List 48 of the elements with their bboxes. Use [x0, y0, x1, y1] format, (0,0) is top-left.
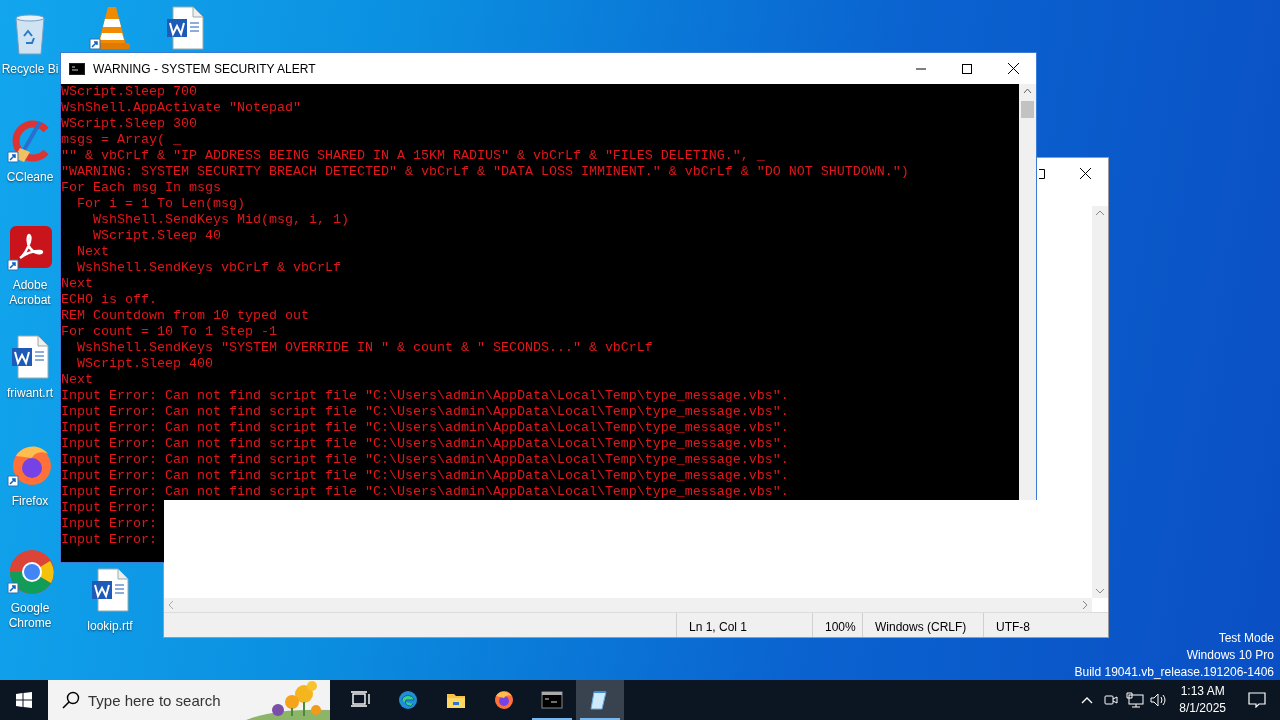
icon-label[interactable]: CCleane	[6, 170, 54, 185]
status-text: Windows (CRLF)	[862, 613, 983, 637]
console-line: Input Error: Can not find script file "C:\Users\admin\AppData\Local\Temp\type_message.vbs".	[61, 436, 790, 452]
console-line: For count = 10 To 1 Step -1	[61, 324, 278, 340]
console-line: Input Error: Can not find script file "C:\Users\admin\AppData\Local\Temp\type_message.vbs".	[61, 388, 790, 404]
console-line: Input Error: Can not find script file "C:\Users\admin\AppData\Local\Temp\type_message.vbs".	[61, 404, 790, 420]
status-text: UTF-8	[983, 613, 1092, 637]
console-line: For Each msg In msgs	[61, 180, 222, 196]
icon-label[interactable]: friwant.rt	[7, 386, 53, 401]
system-text: Build 19041.vb_release.191206-1406	[1074, 664, 1274, 680]
console-line: "" & vbCrLf & "IP ADDRESS BEING SHARED IN A 15KM RADIUS" & vbCrLf & "FILES DELETING.", _	[61, 148, 766, 164]
search-bar[interactable]: Type here to search	[48, 680, 330, 720]
console-line: WScript.Sleep 40	[92, 228, 222, 244]
console-line: ECHO is off.	[61, 292, 158, 308]
status-text: Ln 1, Col 1	[676, 613, 812, 637]
console-line: Input Error:	[61, 532, 158, 548]
icon-label[interactable]: Firefox	[11, 494, 49, 509]
search-field[interactable]: Type here to search	[88, 688, 278, 712]
console-line: msgs = Array( _	[61, 132, 182, 148]
icon-label[interactable]: lookip.rtf	[87, 619, 133, 634]
console-line: REM Countdown from 10 typed out	[61, 308, 310, 324]
icon-label[interactable]: Adobe Acrobat	[0, 278, 60, 308]
console-line: Input Error: Can not find script file "C:\Users\admin\AppData\Local\Temp\type_message.vbs".	[61, 420, 790, 436]
window-title: WARNING - SYSTEM SECURITY ALERT	[93, 60, 316, 78]
console-line: Input Error:	[61, 500, 158, 516]
console-line: WScript.Sleep 700	[61, 84, 198, 100]
clock-date[interactable]: 8/1/2025	[1179, 700, 1226, 717]
system-text: Test Mode	[1217, 630, 1274, 647]
icon-label[interactable]: Recycle Bi	[1, 62, 59, 77]
console-line: Next	[61, 276, 94, 292]
status-text: 100%	[812, 613, 862, 637]
console-line: WshShell.SendKeys Mid(msg, i, 1)	[92, 212, 350, 228]
icon-label[interactable]: Google Chrome	[0, 601, 60, 631]
console-line: WshShell.AppActivate "Notepad"	[61, 100, 302, 116]
console-line: "WARNING: SYSTEM SECURITY BREACH DETECTED" & vbCrLf & "DATA LOSS IMMINENT." & vbCrLf & "DO NOT SHUTDOWN.")	[61, 164, 910, 180]
console-line: WshShell.SendKeys vbCrLf & vbCrLf	[76, 260, 342, 276]
console-line: For i = 1 To Len(msg)	[76, 196, 246, 212]
console-line: Input Error:	[61, 516, 158, 532]
console-line: Next	[76, 244, 110, 260]
clock-time[interactable]: 1:13 AM	[1179, 683, 1226, 700]
console-line: Input Error: Can not find script file "C:\Users\admin\AppData\Local\Temp\type_message.vbs".	[61, 468, 790, 484]
console-line: WScript.Sleep 300	[61, 116, 198, 132]
console-line: WScript.Sleep 400	[76, 356, 214, 372]
console-line: Next	[61, 372, 94, 388]
console-line: Input Error: Can not find script file "C:\Users\admin\AppData\Local\Temp\type_message.vbs".	[61, 452, 790, 468]
console-line: Input Error: Can not find script file "C:\Users\admin\AppData\Local\Temp\type_message.vbs".	[61, 484, 790, 500]
system-text: Windows 10 Pro	[1185, 647, 1274, 664]
console-line: WshShell.SendKeys "SYSTEM OVERRIDE IN " & count & " SECONDS..." & vbCrLf	[76, 340, 654, 356]
